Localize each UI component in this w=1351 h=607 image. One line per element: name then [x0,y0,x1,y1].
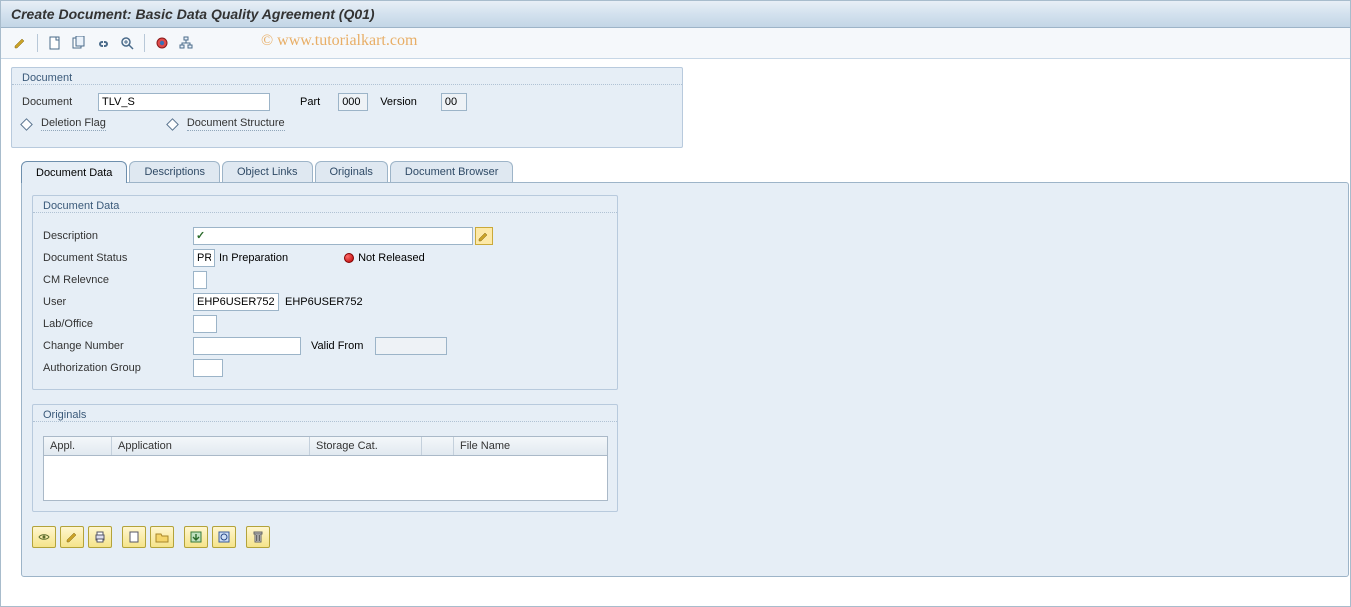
change-number-input[interactable] [193,337,301,355]
lab-office-input[interactable] [193,315,217,333]
col-filename[interactable]: File Name [454,437,607,455]
document-label: Document [22,96,92,108]
originals-group: Originals Appl. Application Storage Cat.… [32,404,618,512]
user-label: User [43,296,193,308]
print-icon[interactable] [88,526,112,548]
document-data-group-label: Document Data [33,196,617,213]
checkmark-icon: ✓ [196,229,205,242]
auth-group-input[interactable] [193,359,223,377]
status-code-input[interactable] [193,249,215,267]
long-text-button[interactable] [475,227,493,245]
link-icon[interactable] [92,32,114,54]
tabstrip: Document Data Descriptions Object Links … [21,160,1349,182]
table-row[interactable] [44,456,607,500]
tab-descriptions[interactable]: Descriptions [129,161,220,182]
change-number-label: Change Number [43,340,193,352]
part-label: Part [300,96,320,108]
table-header: Appl. Application Storage Cat. File Name [44,437,607,456]
page-title: Create Document: Basic Data Quality Agre… [1,1,1350,28]
checkin-button[interactable] [184,526,208,548]
document-group-label: Document [12,68,682,85]
originals-button-row [32,526,1338,548]
create-original-button[interactable] [122,526,146,548]
watermark-text: © www.tutorialkart.com [261,32,417,50]
document-header-group: Document Document Part Version Deletion … [11,67,683,148]
description-label: Description [43,230,193,242]
document-input[interactable] [98,93,270,111]
display-original-button[interactable] [32,526,56,548]
toolbar-separator [144,34,145,52]
copy-doc-icon[interactable] [68,32,90,54]
diamond-icon [20,118,33,131]
checkout-button[interactable] [212,526,236,548]
tab-object-links[interactable]: Object Links [222,161,313,182]
cm-relevance-label: CM Relevnce [43,274,193,286]
deletion-flag-label[interactable]: Deletion Flag [41,117,106,131]
change-original-button[interactable] [60,526,84,548]
auth-group-label: Authorization Group [43,362,193,374]
description-input[interactable] [193,227,473,245]
originals-table: Appl. Application Storage Cat. File Name [43,436,608,501]
version-input [441,93,467,111]
classify-icon[interactable] [151,32,173,54]
col-storage[interactable]: Storage Cat. [310,437,422,455]
valid-from-label: Valid From [311,340,363,352]
version-label: Version [380,96,417,108]
search-icon[interactable] [116,32,138,54]
tab-originals[interactable]: Originals [315,161,388,182]
tab-document-data[interactable]: Document Data [21,161,127,183]
status-text: In Preparation [219,252,288,264]
hierarchy-icon[interactable] [175,32,197,54]
lab-office-label: Lab/Office [43,318,193,330]
valid-from-input [375,337,447,355]
new-doc-icon[interactable] [44,32,66,54]
col-application[interactable]: Application [112,437,310,455]
main-toolbar: © www.tutorialkart.com [1,28,1350,59]
tab-document-browser[interactable]: Document Browser [390,161,514,182]
status-indicator-icon [344,253,354,263]
toolbar-separator [37,34,38,52]
originals-group-label: Originals [33,405,617,422]
diamond-icon [166,118,179,131]
part-input [338,93,368,111]
user-text: EHP6USER752 [285,296,363,308]
tab-panel-document-data: Document Data Description ✓ [21,182,1349,577]
open-original-button[interactable] [150,526,174,548]
document-data-group: Document Data Description ✓ [32,195,618,390]
user-input[interactable] [193,293,279,311]
col-appl[interactable]: Appl. [44,437,112,455]
status-label: Document Status [43,252,193,264]
document-structure-label[interactable]: Document Structure [187,117,285,131]
edit-icon[interactable] [9,32,31,54]
col-spacer [422,437,454,455]
cm-relevance-input[interactable] [193,271,207,289]
status-release-text: Not Released [358,252,425,264]
delete-original-button[interactable] [246,526,270,548]
